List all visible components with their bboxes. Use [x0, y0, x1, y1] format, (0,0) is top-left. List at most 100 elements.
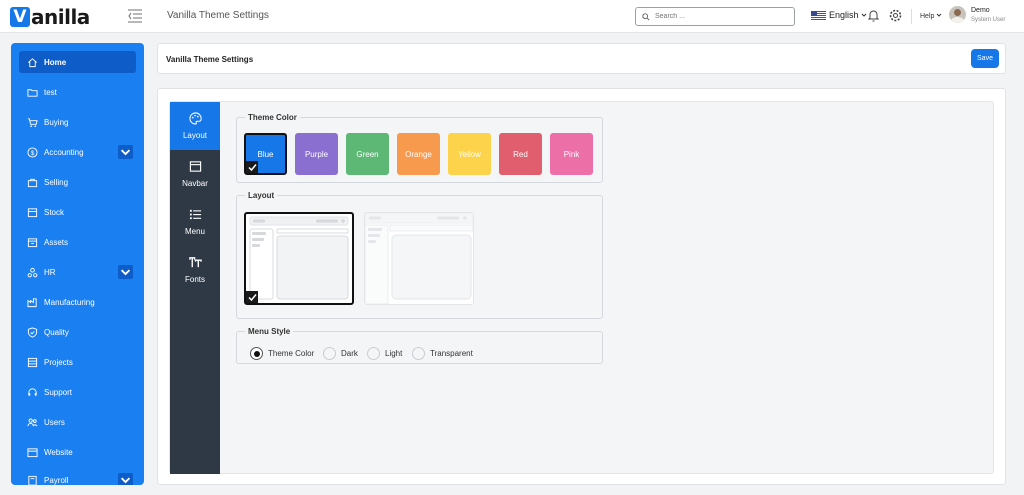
swatch-label: Orange: [405, 149, 432, 159]
sidebar-item-label: Projects: [44, 357, 73, 367]
chevron-down-icon: [120, 476, 131, 483]
sidebar-item-label: Assets: [44, 237, 69, 247]
swatch-purple[interactable]: Purple: [295, 133, 338, 175]
radio-circle[interactable]: [250, 347, 263, 360]
sidebar-item-label: Manufacturing: [44, 297, 95, 307]
sidebar-item-accounting[interactable]: $ Accounting: [19, 141, 136, 163]
swatch-red[interactable]: Red: [499, 133, 542, 175]
sidebar-item-payroll[interactable]: Payroll: [19, 469, 136, 485]
settings-inner: Layout Navbar Menu Fonts Theme Color Blu…: [169, 101, 994, 474]
swatch-label: Red: [513, 149, 528, 159]
sidebar-item-buying[interactable]: Buying: [19, 111, 136, 133]
bell-icon[interactable]: [868, 9, 879, 22]
radio-label: Transparent: [430, 349, 473, 358]
sidebar-item-label: Quality: [44, 327, 69, 337]
sidebar-item-selling[interactable]: Selling: [19, 171, 136, 193]
browser-icon: [27, 447, 38, 457]
language-selector[interactable]: English: [811, 10, 867, 20]
expand-toggle[interactable]: [118, 145, 133, 159]
menu-style-legend: Menu Style: [248, 327, 291, 336]
box-icon: [27, 207, 38, 217]
layout-legend: Layout: [248, 191, 275, 200]
sidebar-item-support[interactable]: Support: [19, 381, 136, 403]
list-icon: [189, 209, 201, 220]
settings-header: Vanilla Theme Settings Save: [157, 43, 1006, 74]
swatch-pink[interactable]: Pink: [550, 133, 593, 175]
radio-dot: [253, 350, 260, 357]
save-button[interactable]: Save: [971, 49, 999, 68]
assets-icon: [27, 237, 38, 247]
shield-check-icon: [27, 326, 38, 338]
sidebar-item-quality[interactable]: Quality: [19, 321, 136, 343]
user-name: Demo: [971, 7, 990, 14]
dollar-icon: $: [27, 146, 38, 158]
sidebar-item-stock[interactable]: Stock: [19, 201, 136, 223]
swatch-orange[interactable]: Orange: [397, 133, 440, 175]
chevron-down-icon: [937, 13, 942, 17]
swatch-label: Blue: [257, 149, 274, 159]
factory-icon: [27, 297, 37, 307]
sidebar-item-manufacturing[interactable]: Manufacturing: [19, 291, 136, 313]
radio-circle[interactable]: [367, 347, 380, 360]
home-icon: [28, 57, 37, 67]
help-menu[interactable]: Help: [920, 12, 942, 20]
sidebar-item-projects[interactable]: Projects: [19, 351, 136, 373]
radio-theme-color[interactable]: Theme Color: [250, 347, 314, 360]
menu-style-group: Menu Style Theme Color Dark Light Transp…: [236, 327, 603, 364]
layout-option-boxed[interactable]: [244, 212, 354, 305]
radio-dark[interactable]: Dark: [323, 347, 358, 360]
sidebar-item-home[interactable]: Home: [19, 51, 136, 73]
tab-label: Fonts: [184, 275, 205, 284]
sidebar-item-label: Users: [44, 417, 65, 427]
sidebar-item-test[interactable]: test: [19, 81, 136, 103]
sidebar-item-users[interactable]: Users: [19, 411, 136, 433]
radio-circle[interactable]: [412, 347, 425, 360]
radio-light[interactable]: Light: [367, 347, 402, 360]
collapse-menu-icon[interactable]: [127, 9, 143, 23]
expand-toggle[interactable]: [118, 265, 133, 279]
search-box[interactable]: [635, 7, 795, 26]
folder-icon: [27, 88, 38, 97]
sidebar-item-label: Support: [44, 387, 73, 397]
sidebar-item-hr[interactable]: HR: [19, 261, 136, 283]
topbar-divider: [911, 9, 912, 24]
tab-menu[interactable]: Menu: [170, 198, 220, 246]
check-icon: [246, 161, 258, 173]
avatar[interactable]: [949, 6, 966, 23]
tab-navbar[interactable]: Navbar: [170, 150, 220, 198]
hr-icon: [27, 267, 38, 277]
swatch-yellow[interactable]: Yellow: [448, 133, 491, 175]
expand-toggle[interactable]: [118, 473, 133, 485]
language-label: English: [829, 10, 859, 20]
sidebar-item-label: Website: [44, 447, 73, 457]
sidebar-item-label: Buying: [44, 117, 69, 127]
sidebar-item-assets[interactable]: Assets: [19, 231, 136, 253]
logo-mark: V: [10, 7, 30, 27]
support-icon: [28, 387, 37, 396]
sidebar-item-label: Stock: [44, 207, 65, 217]
settings-tabs: Layout Navbar Menu Fonts: [170, 102, 220, 474]
swatch-label: Yellow: [458, 149, 481, 159]
sidebar-item-website[interactable]: Website: [19, 441, 136, 463]
tab-fonts[interactable]: Fonts: [170, 246, 220, 294]
swatch-blue[interactable]: Blue: [244, 133, 287, 175]
chevron-down-icon: [120, 268, 131, 275]
svg-text:$: $: [31, 149, 35, 156]
help-label: Help: [920, 13, 935, 20]
cart-icon: [27, 117, 38, 127]
gear-icon[interactable]: [889, 9, 902, 22]
sidebar-item-label: Accounting: [44, 147, 84, 157]
tab-layout[interactable]: Layout: [170, 102, 220, 150]
sidebar-item-label: Payroll: [44, 475, 69, 485]
search-input[interactable]: [655, 13, 775, 20]
radio-transparent[interactable]: Transparent: [412, 347, 473, 360]
app-logo[interactable]: V anilla: [10, 5, 90, 29]
layout-option-full[interactable]: [364, 212, 474, 305]
shop-icon: [27, 178, 38, 187]
projects-icon: [27, 357, 38, 367]
logo-text: anilla: [31, 5, 90, 29]
swatch-label: Pink: [563, 149, 580, 159]
radio-circle[interactable]: [323, 347, 336, 360]
tab-label: Layout: [182, 131, 208, 140]
swatch-green[interactable]: Green: [346, 133, 389, 175]
